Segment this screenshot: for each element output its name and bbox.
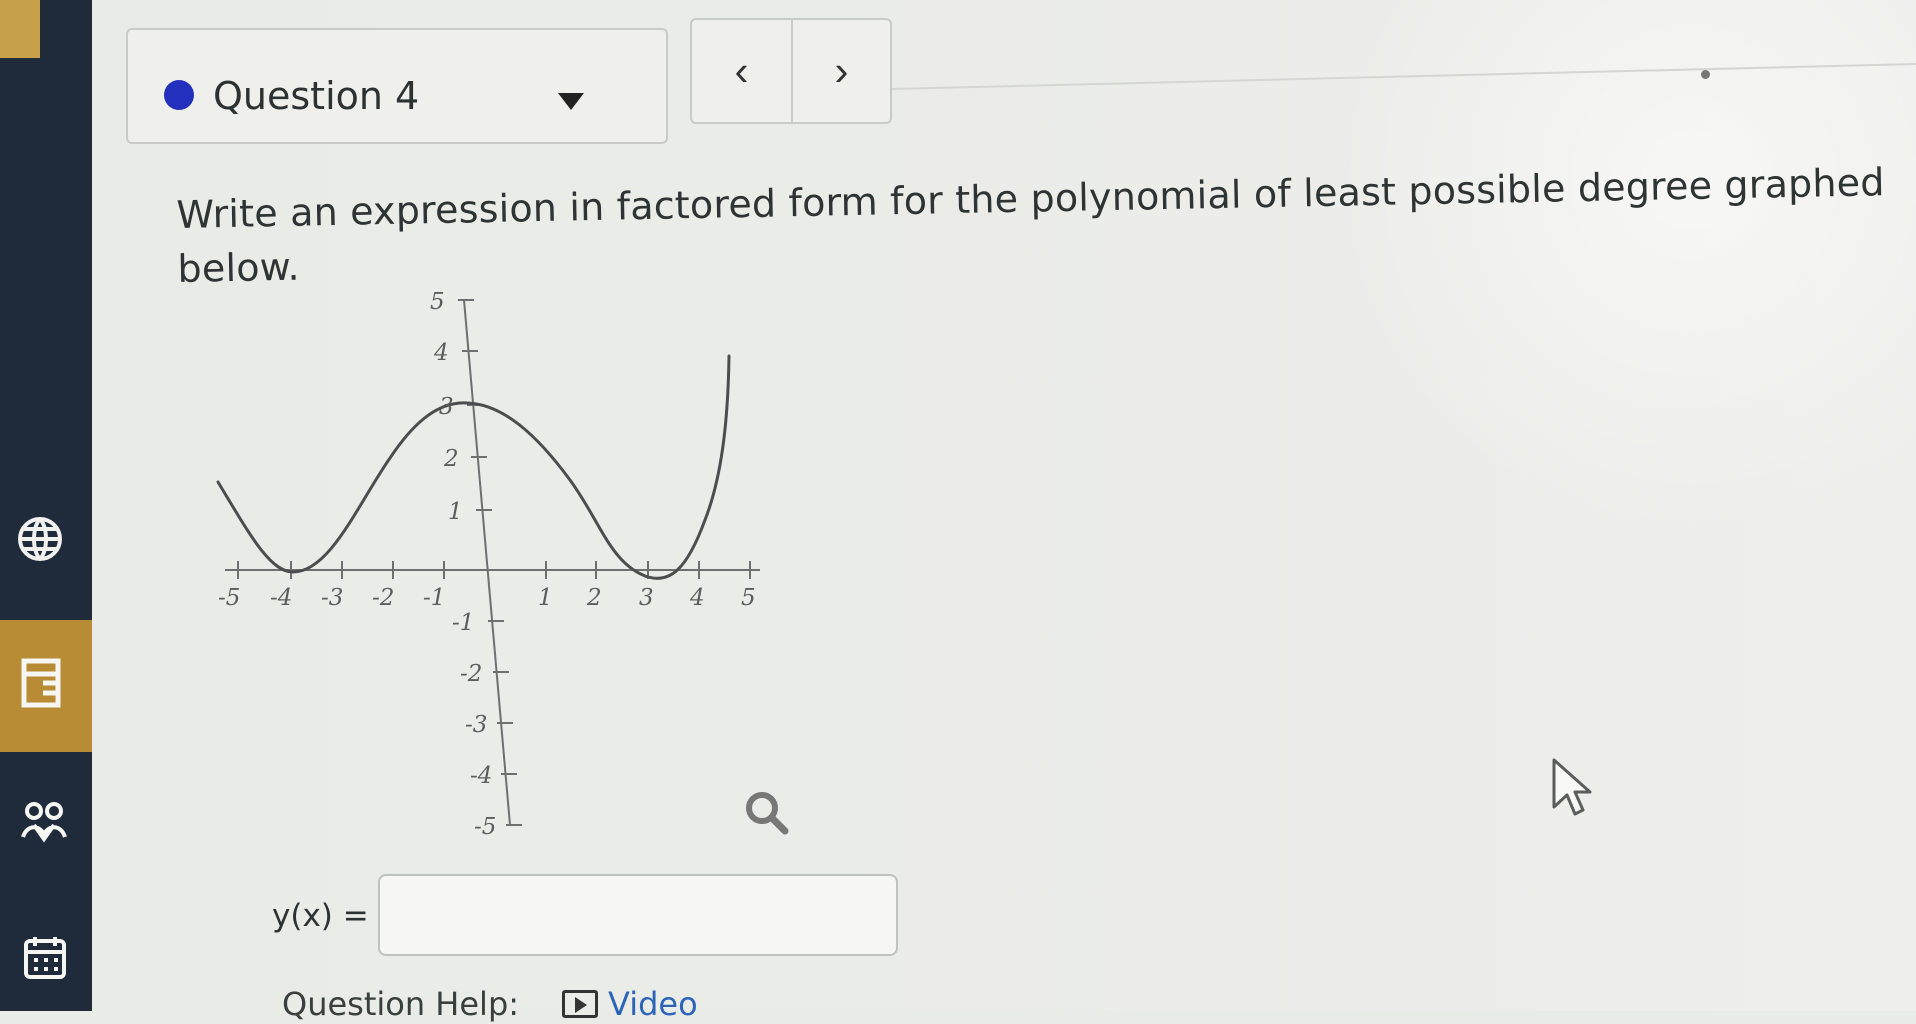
- question-selector[interactable]: Question 4: [126, 28, 668, 144]
- x-tick-label: 3: [639, 585, 654, 611]
- sidebar-accent: [0, 0, 40, 58]
- x-tick-label: -4: [270, 585, 292, 611]
- header-divider: [891, 60, 1916, 90]
- answer-label: y(x) =: [272, 898, 369, 934]
- y-tick-label: -5: [474, 814, 496, 840]
- question-prompt: Write an expression in factored form for…: [176, 160, 1885, 291]
- chevron-down-icon[interactable]: [558, 93, 584, 110]
- answer-input[interactable]: [378, 874, 898, 956]
- y-tick-label: -1: [452, 610, 474, 636]
- people-icon[interactable]: [16, 796, 74, 854]
- globe-icon[interactable]: [16, 510, 74, 568]
- polynomial-curve: [216, 354, 731, 580]
- question-help-label: Question Help:: [282, 985, 520, 1023]
- y-tick-label: -2: [460, 661, 482, 687]
- x-tick-label: -5: [218, 585, 240, 611]
- x-tick-label: 5: [741, 585, 756, 611]
- current-question-indicator: [164, 80, 194, 110]
- chevron-left-icon: ‹: [734, 47, 749, 94]
- video-help-label: Video: [608, 985, 698, 1023]
- x-tick-label: -3: [321, 585, 343, 611]
- y-tick-label: 4: [433, 340, 449, 366]
- y-tick-label: 5: [430, 289, 445, 315]
- x-tick-label: -2: [372, 585, 394, 611]
- y-tick-label: -3: [465, 712, 487, 738]
- calculator-icon[interactable]: [16, 654, 74, 712]
- question-content: Question 4 ‹ › Write an expression in fa…: [92, 0, 1916, 1023]
- y-tick-label: 1: [448, 499, 463, 525]
- chevron-right-icon: ›: [834, 47, 849, 94]
- y-axis: [463, 299, 511, 826]
- polynomial-graph: -5 -4 -3 -2 -1 1 2 3 4 5 5 4 3 2 1 -1 -2…: [216, 289, 760, 840]
- video-icon: [562, 990, 598, 1018]
- y-tick-label: 3: [439, 394, 454, 420]
- video-help-link[interactable]: Video: [562, 984, 698, 1024]
- previous-question-button[interactable]: ‹: [692, 20, 791, 122]
- calendar-icon[interactable]: [16, 930, 74, 988]
- x-tick-label: 1: [538, 585, 553, 611]
- magnifier-icon[interactable]: [743, 789, 791, 837]
- x-tick-label: -1: [423, 585, 445, 611]
- next-question-button[interactable]: ›: [790, 20, 890, 122]
- question-navigation: ‹ ›: [690, 18, 892, 124]
- mouse-cursor-icon: [1552, 758, 1592, 816]
- x-tick-label: 4: [689, 585, 705, 611]
- question-title: Question 4: [213, 74, 420, 118]
- status-dot: [1701, 70, 1710, 79]
- x-tick-label: 2: [586, 585, 602, 611]
- x-axis-labels: -5 -4 -3 -2 -1 1 2 3 4 5: [218, 585, 756, 611]
- y-tick-label: 2: [443, 446, 459, 472]
- y-tick-label: -4: [470, 763, 492, 789]
- left-sidebar: [0, 0, 92, 1011]
- y-axis-ticks: [458, 299, 522, 826]
